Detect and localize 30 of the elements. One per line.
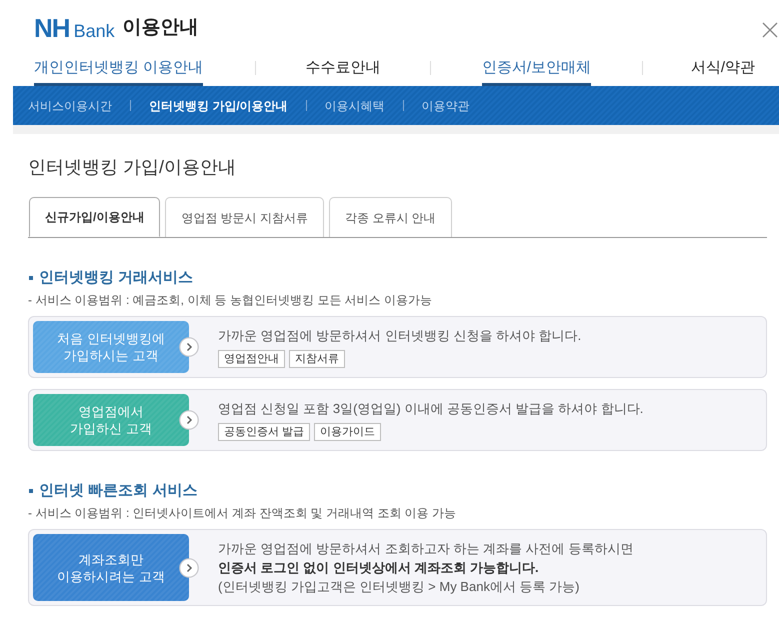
bank-logo: NH Bank <box>34 14 115 42</box>
section-heading: 인터넷뱅킹 거래서비스 <box>39 269 194 287</box>
sub-nav-item[interactable]: 서비스이용시간 <box>28 96 112 114</box>
link-button[interactable]: 이용가이드 <box>314 423 382 441</box>
card-description: 가까운 영업점에 방문하셔서 조회하고자 하는 계좌를 사전에 등록하시면 인증서 로그인 없이 인터넷상에서 계좌조회 가능합니다. (인터넷뱅킹 가입고객은 인터넷뱅킹 > My Bank에서 등록 가능) <box>218 540 634 596</box>
chevron-circle-icon <box>179 558 199 578</box>
service-scope: - 서비스 이용범위 : 예금조회, 이체 등 농협인터넷뱅킹 모든 서비스 이용가능 <box>28 292 434 308</box>
content-tab[interactable]: 영업점 방문시 지참서류 <box>165 197 324 237</box>
chevron-circle-icon <box>179 337 199 357</box>
card-description: 영업점 신청일 포함 3일(영업일) 이내에 공동인증서 발급을 하셔야 합니다. <box>218 400 644 418</box>
card-description: 가까운 영업점에 방문하셔서 인터넷뱅킹 신청을 하셔야 합니다. <box>218 327 582 345</box>
bullet-icon <box>29 276 33 280</box>
main-nav-tab[interactable]: 수수료안내 <box>306 50 380 86</box>
customer-type-button[interactable]: 계좌조회만 이용하시려는 고객 <box>33 534 189 601</box>
page-title: 인터넷뱅킹 가입/이용안내 <box>28 157 238 177</box>
section-heading: 인터넷 빠른조회 서비스 <box>39 482 198 500</box>
link-button[interactable]: 지참서류 <box>289 350 345 368</box>
header-title: 이용안내 <box>122 16 199 40</box>
sub-nav-item[interactable]: 이용시혜택 <box>324 96 385 114</box>
sub-nav-item[interactable]: 인터넷뱅킹 가입/이용안내 <box>149 96 288 114</box>
close-icon[interactable] <box>762 22 778 38</box>
bullet-icon <box>29 489 33 493</box>
service-scope: - 서비스 이용범위 : 인터넷사이트에서 계좌 잔액조회 및 거래내역 조회 이용 가능 <box>28 505 458 521</box>
link-button[interactable]: 영업점안내 <box>218 350 285 368</box>
main-nav-tab[interactable]: 서식/약관 <box>690 50 755 86</box>
chevron-circle-icon <box>179 410 199 430</box>
sub-nav-item[interactable]: 이용약관 <box>422 96 470 114</box>
content-tab[interactable]: 각종 오류시 안내 <box>329 197 452 237</box>
link-button[interactable]: 공동인증서 발급 <box>218 423 310 441</box>
content-tab[interactable]: 신규가입/이용안내 <box>29 197 160 237</box>
